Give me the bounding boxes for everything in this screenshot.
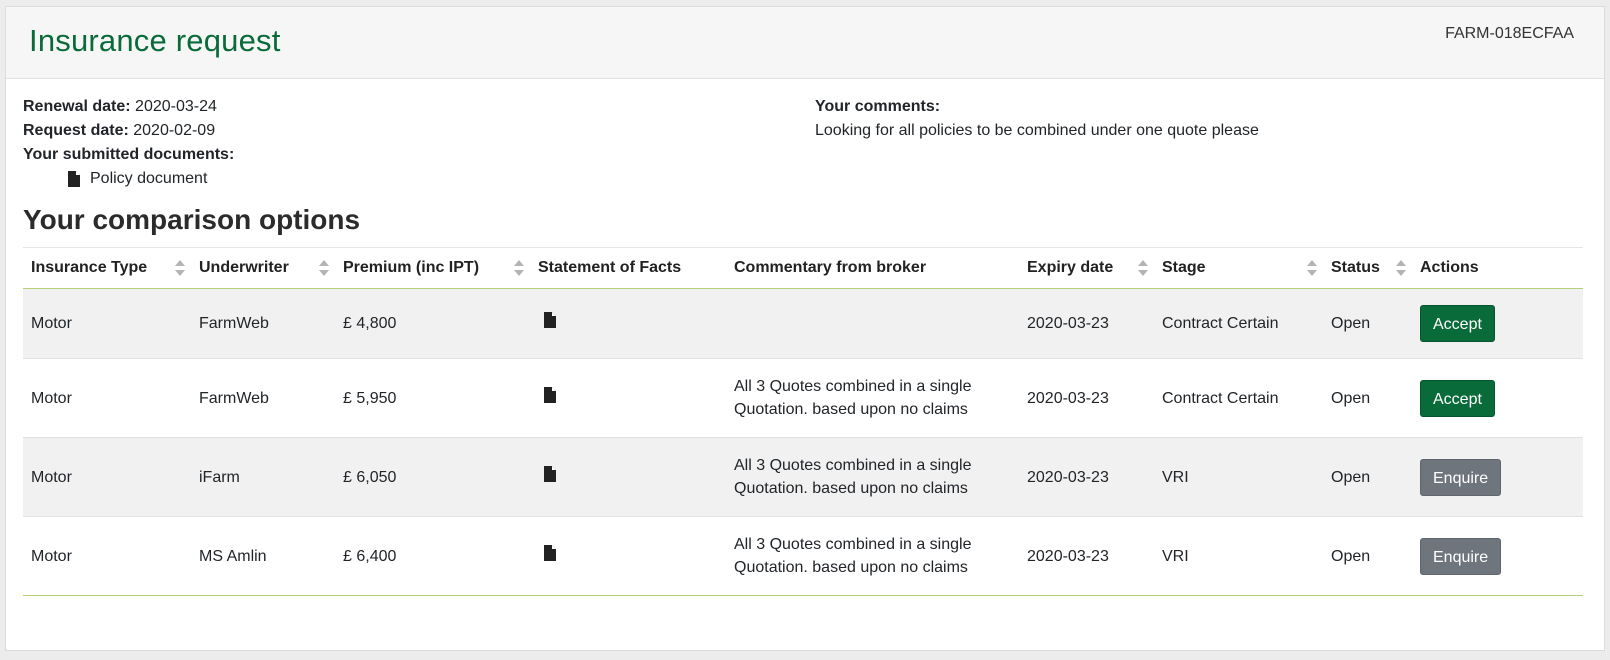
cell-statement-of-facts <box>530 516 726 596</box>
table-header-row: Insurance Type Underwriter Premium (inc … <box>23 247 1583 289</box>
column-header-actions: Actions <box>1412 247 1583 289</box>
file-icon[interactable] <box>544 544 556 561</box>
request-date-label: Request date: <box>23 122 129 139</box>
document-link[interactable]: Policy document <box>23 167 723 191</box>
cell-statement-of-facts <box>530 358 726 438</box>
request-date: Request date: 2020-02-09 <box>23 119 723 143</box>
cell-status: Open <box>1323 358 1412 438</box>
file-icon[interactable] <box>544 465 556 482</box>
request-reference: FARM-018ECFAA <box>1445 25 1574 42</box>
cell-actions: Enquire <box>1412 516 1583 596</box>
cell-underwriter: iFarm <box>191 437 335 517</box>
cell-statement-of-facts <box>530 437 726 517</box>
request-details-left: Renewal date: 2020-03-24 Request date: 2… <box>23 95 723 191</box>
column-header-expiry-date[interactable]: Expiry date <box>1019 247 1154 289</box>
sort-icon[interactable] <box>175 260 185 276</box>
column-header-premium[interactable]: Premium (inc IPT) <box>335 247 530 289</box>
cell-underwriter: FarmWeb <box>191 358 335 438</box>
cell-expiry-date: 2020-03-23 <box>1019 288 1154 359</box>
cell-statement-of-facts <box>530 288 726 359</box>
accept-button[interactable]: Accept <box>1420 305 1495 342</box>
renewal-date-label: Renewal date: <box>23 98 131 115</box>
file-icon <box>68 171 80 187</box>
cell-stage: Contract Certain <box>1154 288 1323 359</box>
cell-actions: Accept <box>1412 358 1583 438</box>
table-row: Motor MS Amlin £ 6,400 All 3 Quotes comb… <box>23 516 1583 596</box>
cell-actions: Enquire <box>1412 437 1583 517</box>
cell-premium: £ 6,400 <box>335 516 530 596</box>
cell-actions: Accept <box>1412 288 1583 359</box>
request-details-right: Your comments: Looking for all policies … <box>815 95 1515 143</box>
enquire-button[interactable]: Enquire <box>1420 458 1502 496</box>
cell-commentary: All 3 Quotes combined in a single Quotat… <box>726 358 1019 438</box>
column-header-stage[interactable]: Stage <box>1154 247 1323 289</box>
cell-commentary: All 3 Quotes combined in a single Quotat… <box>726 437 1019 517</box>
cell-premium: £ 6,050 <box>335 437 530 517</box>
sort-icon[interactable] <box>514 260 524 276</box>
page-title: Insurance request <box>29 23 281 58</box>
cell-underwriter: MS Amlin <box>191 516 335 596</box>
column-header-commentary: Commentary from broker <box>726 247 1019 289</box>
comments-label: Your comments: <box>815 98 941 115</box>
sort-icon[interactable] <box>1138 260 1148 276</box>
submitted-documents-label: Your submitted documents: <box>23 146 235 163</box>
cell-insurance-type: Motor <box>23 358 191 438</box>
comparison-options-title: Your comparison options <box>23 204 361 235</box>
table-row: Motor FarmWeb £ 4,800 2020-03-23 Contrac… <box>23 288 1583 359</box>
file-icon[interactable] <box>544 312 556 328</box>
cell-status: Open <box>1323 288 1412 359</box>
cell-insurance-type: Motor <box>23 288 191 359</box>
sort-icon[interactable] <box>1307 260 1317 276</box>
cell-status: Open <box>1323 516 1412 596</box>
cell-stage: Contract Certain <box>1154 358 1323 438</box>
accept-button[interactable]: Accept <box>1420 379 1495 417</box>
enquire-button[interactable]: Enquire <box>1420 537 1502 575</box>
table-row: Motor FarmWeb £ 5,950 All 3 Quotes combi… <box>23 358 1583 438</box>
document-name[interactable]: Policy document <box>90 167 207 191</box>
sort-icon[interactable] <box>319 260 329 276</box>
comments-value: Looking for all policies to be combined … <box>815 122 1259 139</box>
column-header-insurance-type[interactable]: Insurance Type <box>23 247 191 289</box>
file-icon[interactable] <box>544 386 556 403</box>
cell-stage: VRI <box>1154 516 1323 596</box>
column-header-underwriter[interactable]: Underwriter <box>191 247 335 289</box>
renewal-date-value: 2020-03-24 <box>135 98 217 115</box>
cell-status: Open <box>1323 437 1412 517</box>
cell-commentary: All 3 Quotes combined in a single Quotat… <box>726 516 1019 596</box>
cell-expiry-date: 2020-03-23 <box>1019 437 1154 517</box>
cell-expiry-date: 2020-03-23 <box>1019 358 1154 438</box>
cell-insurance-type: Motor <box>23 516 191 596</box>
request-date-value: 2020-02-09 <box>133 122 216 139</box>
renewal-date: Renewal date: 2020-03-24 <box>23 95 723 119</box>
cell-commentary <box>726 288 1019 359</box>
card-header: Insurance request FARM-018ECFAA <box>6 7 1604 79</box>
cell-insurance-type: Motor <box>23 437 191 517</box>
column-header-statement-of-facts: Statement of Facts <box>530 247 726 289</box>
cell-expiry-date: 2020-03-23 <box>1019 516 1154 596</box>
cell-stage: VRI <box>1154 437 1323 517</box>
cell-premium: £ 5,950 <box>335 358 530 438</box>
cell-underwriter: FarmWeb <box>191 288 335 359</box>
column-header-status[interactable]: Status <box>1323 247 1412 289</box>
comparison-table: Insurance Type Underwriter Premium (inc … <box>23 247 1583 596</box>
sort-icon[interactable] <box>1396 260 1406 276</box>
table-row: Motor iFarm £ 6,050 All 3 Quotes combine… <box>23 437 1583 517</box>
cell-premium: £ 4,800 <box>335 288 530 359</box>
